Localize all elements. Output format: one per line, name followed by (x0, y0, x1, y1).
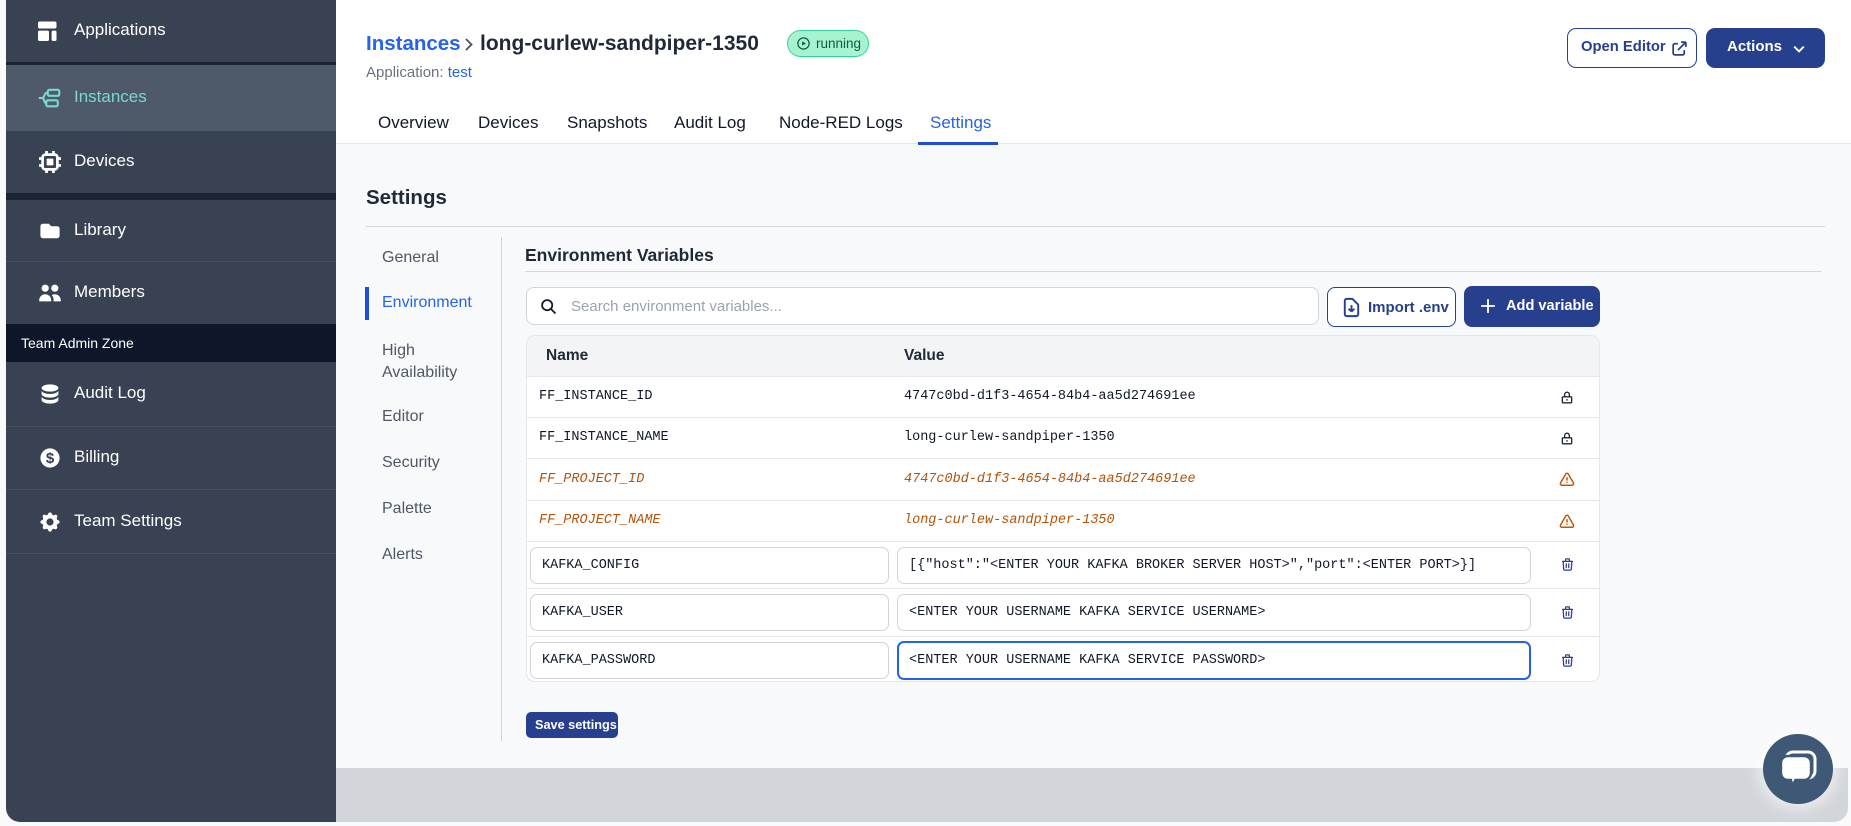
svg-text:$: $ (46, 450, 55, 467)
